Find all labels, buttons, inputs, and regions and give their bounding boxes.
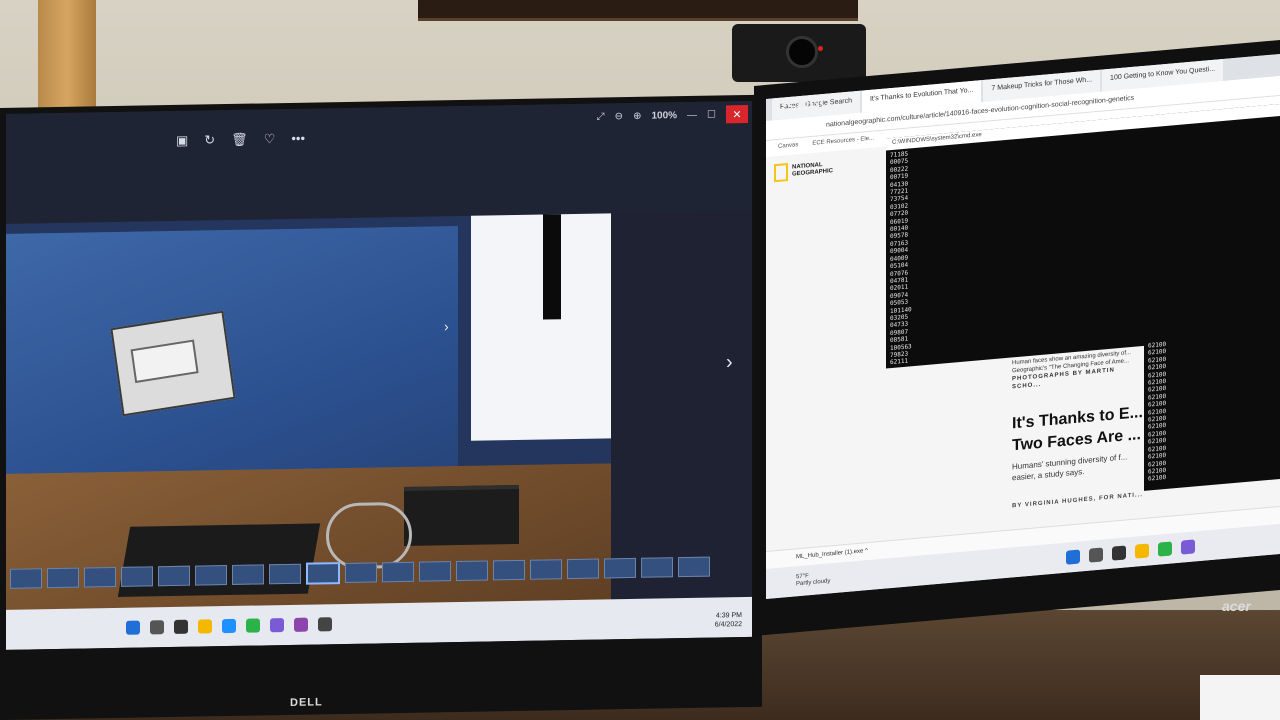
console-window-2[interactable]: 62100 62100 62100 62100 62100 62100 6210… <box>1144 326 1280 491</box>
natgeo-border-icon <box>774 163 788 183</box>
photo-second-monitor <box>471 213 611 441</box>
filmstrip-thumb[interactable] <box>604 557 636 579</box>
photo-inner-thumbnail <box>110 310 236 417</box>
filmstrip-thumb[interactable] <box>419 561 451 582</box>
filmstrip-thumb[interactable] <box>493 559 525 581</box>
webcam-led <box>818 46 823 51</box>
console-window[interactable]: C:\WINDOWS\system32\cmd.exe 71185 00075 … <box>886 101 1280 369</box>
filmstrip-thumb[interactable] <box>456 560 488 582</box>
filmstrip-thumb[interactable] <box>10 568 42 589</box>
paper-sheet <box>1200 675 1280 720</box>
filmstrip-thumb[interactable] <box>382 561 414 583</box>
filmstrip-thumb[interactable] <box>345 562 377 583</box>
console-output: 71185 00075 00222 00719 04130 77221 7375… <box>890 150 912 367</box>
article-title: It's Thanks to E... Two Faces Are ... <box>1012 402 1143 457</box>
file-explorer-icon[interactable] <box>198 619 212 634</box>
photo-console-strip <box>543 214 561 320</box>
app-icon[interactable] <box>1181 539 1195 555</box>
system-tray: 4:39 PM 6/4/2022 <box>715 611 742 629</box>
weather-widget[interactable]: 57°F Partly cloudy <box>796 571 830 588</box>
filmstrip-thumb[interactable] <box>678 556 710 578</box>
webcam-lens <box>786 36 818 68</box>
article-byline: BY VIRGINIA HUGHES, FOR NATI... <box>1012 491 1143 510</box>
nexigo-logo: NEXIGO <box>778 96 831 110</box>
minimize-icon[interactable]: — <box>687 109 697 120</box>
dell-logo: DELL <box>290 696 323 709</box>
task-view-icon[interactable] <box>1112 545 1126 561</box>
filmstrip-thumb[interactable] <box>641 557 673 578</box>
maximize-icon[interactable]: ☐ <box>707 109 716 120</box>
zoom-level[interactable]: 100% <box>651 110 677 121</box>
filmstrip-thumb[interactable] <box>158 565 190 587</box>
photo-toolbar: ▣ ↻ 🗑 ♡ ••• <box>176 131 305 149</box>
visual-studio-icon[interactable] <box>294 617 308 632</box>
favorite-icon[interactable]: ♡ <box>264 131 276 147</box>
photo-viewer-header: ▣ ↻ 🗑 ♡ ••• ⤢ ⊖ ⊕ 100% — ☐ ✕ <box>6 100 752 224</box>
filmstrip-thumb[interactable] <box>121 566 153 587</box>
start-icon[interactable] <box>126 620 140 635</box>
filmstrip-thumb-selected[interactable] <box>306 562 340 585</box>
edge-icon[interactable] <box>222 618 236 634</box>
chrome-icon[interactable] <box>246 618 260 633</box>
right-monitor: Faces - Google Search It's Thanks to Evo… <box>754 39 1280 637</box>
zoom-out-icon[interactable]: ⊖ <box>615 111 623 122</box>
chrome-icon[interactable] <box>1158 541 1172 557</box>
filmstrip-thumb[interactable] <box>269 563 301 585</box>
close-button[interactable]: ✕ <box>726 104 748 124</box>
filmstrip-thumb[interactable] <box>567 558 599 580</box>
search-icon[interactable] <box>1089 547 1103 563</box>
photo-device-box <box>404 484 519 546</box>
webcam <box>732 24 866 82</box>
natgeo-logo[interactable]: NATIONAL GEOGRAPHIC <box>774 159 833 183</box>
filmstrip-thumb[interactable] <box>195 565 227 586</box>
filmstrip-thumb[interactable] <box>84 566 116 588</box>
picture-frame-top <box>418 0 858 21</box>
weather-condition: Partly cloudy <box>796 578 831 588</box>
fullscreen-icon[interactable]: ⤢ <box>597 111 605 122</box>
rotate-icon[interactable]: ↻ <box>204 132 215 148</box>
photo-inner-next-icon: › <box>444 318 449 335</box>
file-explorer-icon[interactable] <box>1135 543 1149 559</box>
photos-app-window: ▣ ↻ 🗑 ♡ ••• ⤢ ⊖ ⊕ 100% — ☐ ✕ › › 4:39 PM… <box>6 100 752 650</box>
task-view-icon[interactable] <box>174 619 188 634</box>
bookmark[interactable]: ECE Resources - Ele... <box>812 135 874 152</box>
start-icon[interactable] <box>1066 549 1080 565</box>
bookmark[interactable]: Canvas <box>778 142 798 156</box>
filmstrip-thumb[interactable] <box>232 564 264 585</box>
delete-icon[interactable]: 🗑 <box>231 132 248 148</box>
download-item[interactable]: ML_Hub_Installer (1).exe <box>796 548 863 560</box>
console-output-2: 62100 62100 62100 62100 62100 62100 6210… <box>1148 340 1167 483</box>
chevron-up-icon[interactable]: ^ <box>865 548 868 554</box>
tray-time: 4:39 PM <box>715 612 742 620</box>
left-monitor: ▣ ↻ 🗑 ♡ ••• ⤢ ⊖ ⊕ 100% — ☐ ✕ › › 4:39 PM… <box>0 94 762 720</box>
terminal-icon[interactable] <box>318 617 332 632</box>
browser-window: Faces - Google Search It's Thanks to Evo… <box>766 53 1280 599</box>
next-photo-icon[interactable]: › <box>726 351 733 374</box>
acer-logo: acer <box>1222 598 1251 614</box>
window-controls: ⤢ ⊖ ⊕ 100% — ☐ ✕ <box>597 104 752 126</box>
tray-date: 6/4/2022 <box>714 621 742 629</box>
filmstrip-thumb[interactable] <box>47 567 79 589</box>
filmstrip-thumb[interactable] <box>530 559 562 580</box>
zoom-in-icon[interactable]: ⊕ <box>633 110 641 121</box>
search-icon[interactable] <box>150 620 164 635</box>
app-icon[interactable] <box>270 618 284 633</box>
more-icon[interactable]: ••• <box>291 131 305 147</box>
edit-icon[interactable]: ▣ <box>176 133 188 149</box>
